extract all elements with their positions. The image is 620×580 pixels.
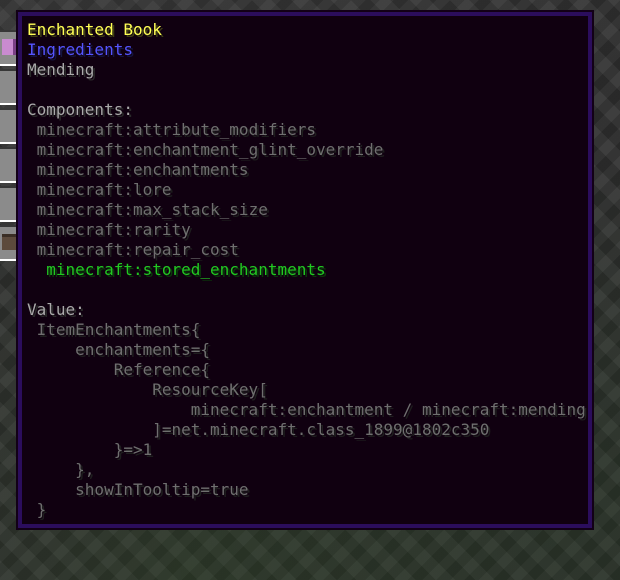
value-line: minecraft:enchantment / minecraft:mendin…	[27, 400, 586, 419]
value-line: }	[27, 500, 47, 519]
selected-component: minecraft:stored_enchantments	[46, 260, 326, 279]
inventory-slot[interactable]	[0, 69, 20, 105]
components-header: Components:	[27, 100, 133, 119]
value-line: ItemEnchantments{	[27, 320, 201, 339]
item-category: Ingredients	[27, 40, 133, 59]
value-line: showInTooltip=true	[27, 480, 249, 499]
inventory-slot[interactable]	[0, 30, 20, 66]
block-icon	[2, 234, 16, 250]
component-item: minecraft:enchantments	[36, 160, 249, 179]
component-item: minecraft:attribute_modifiers	[36, 120, 316, 139]
inventory-column	[0, 30, 20, 264]
game-world-background: Enchanted Book Ingredients Mending Compo…	[0, 0, 620, 580]
component-item: minecraft:rarity	[36, 220, 191, 239]
value-line: }=>1	[27, 440, 153, 459]
inventory-slot[interactable]	[0, 108, 20, 144]
inventory-slot[interactable]	[0, 147, 20, 183]
inventory-slot[interactable]	[0, 186, 20, 222]
value-line: Reference{	[27, 360, 211, 379]
value-line: enchantments={	[27, 340, 211, 359]
enchanted-book-icon	[2, 39, 16, 55]
value-header: Value:	[27, 300, 85, 319]
component-item: minecraft:max_stack_size	[36, 200, 268, 219]
component-item: minecraft:enchantment_glint_override	[36, 140, 384, 159]
enchantment-name: Mending	[27, 60, 95, 79]
value-line: ResourceKey[	[27, 380, 268, 399]
value-line: },	[27, 460, 95, 479]
component-item: minecraft:lore	[36, 180, 172, 199]
item-title: Enchanted Book	[27, 20, 162, 39]
value-line: ]=net.minecraft.class_1899@1802c350	[27, 420, 490, 439]
inventory-slot[interactable]	[0, 225, 20, 261]
component-item: minecraft:repair_cost	[36, 240, 239, 259]
item-tooltip: Enchanted Book Ingredients Mending Compo…	[18, 12, 592, 528]
